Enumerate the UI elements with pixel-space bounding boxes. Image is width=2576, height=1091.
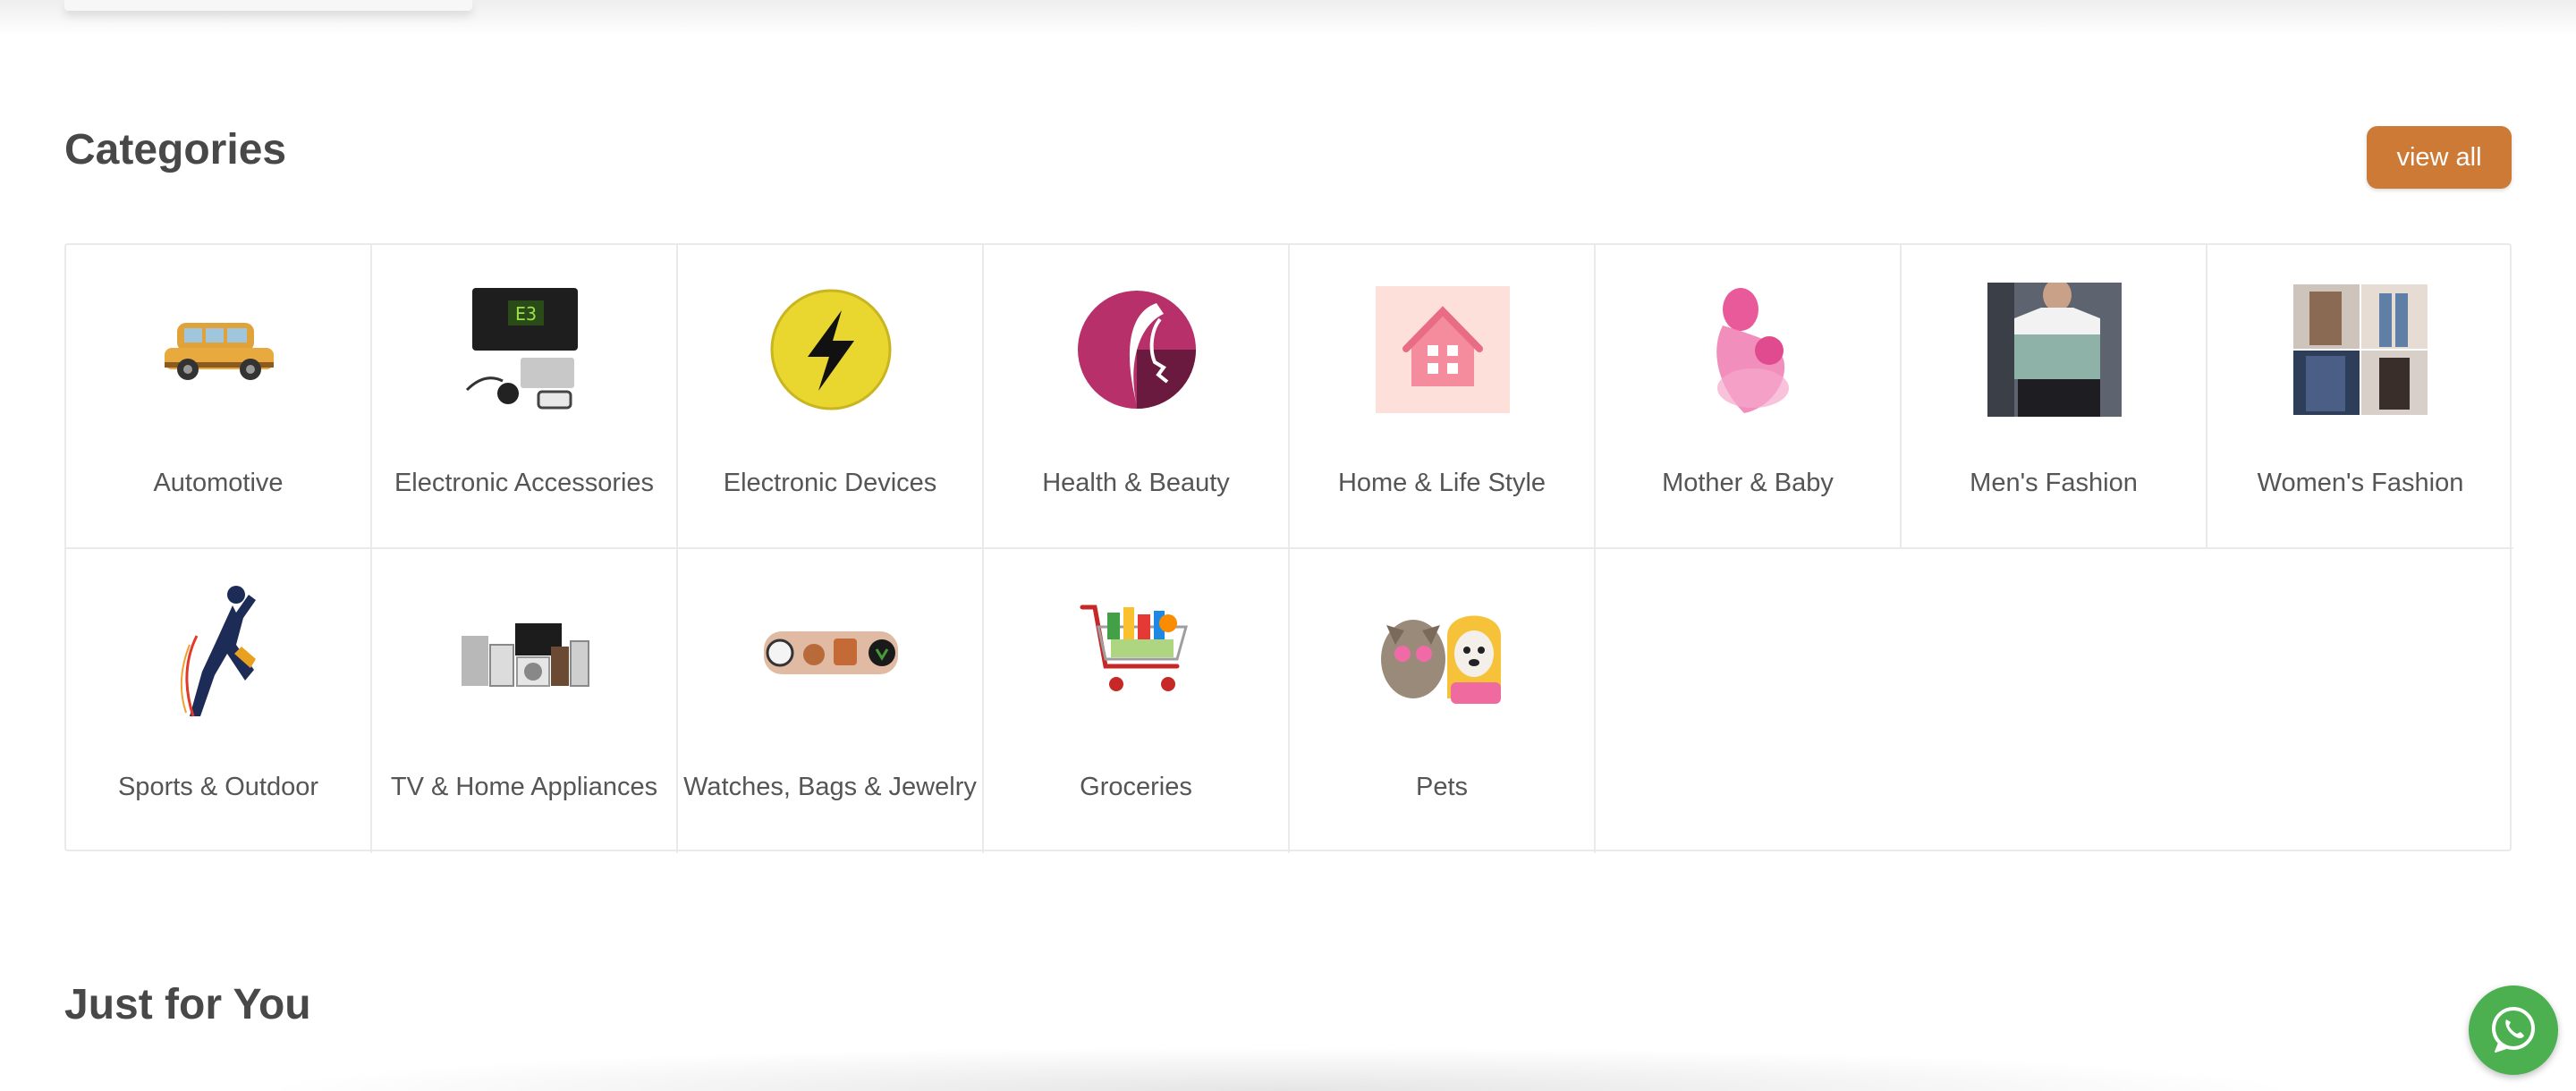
- lightning-icon: [764, 283, 898, 417]
- category-tv-home-appliances[interactable]: TV & Home Appliances: [372, 549, 678, 853]
- car-icon: [152, 283, 286, 417]
- category-pets[interactable]: Pets: [1290, 549, 1596, 853]
- dropdown-card-edge: [64, 0, 472, 11]
- category-automotive[interactable]: Automotive: [66, 245, 372, 549]
- category-label: TV & Home Appliances: [390, 773, 658, 801]
- woman-profile-icon: [1070, 283, 1204, 417]
- categories-title: Categories: [64, 126, 287, 173]
- whatsapp-chat-button[interactable]: [2469, 985, 2558, 1075]
- category-electronic-devices[interactable]: Electronic Devices: [678, 245, 984, 549]
- categories-grid: Automotive E3 Electronic Accessories Ele…: [64, 243, 2513, 853]
- mother-baby-icon: [1682, 283, 1816, 417]
- whatsapp-icon: [2492, 1007, 2535, 1053]
- athlete-icon: [152, 586, 286, 721]
- pets-icon: [1376, 587, 1510, 721]
- category-label: Pets: [1415, 773, 1469, 801]
- category-label: Women's Fashion: [2257, 469, 2464, 497]
- category-label: Electronic Accessories: [394, 469, 655, 497]
- shopping-cart-icon: [1070, 587, 1204, 721]
- category-label: Health & Beauty: [1042, 469, 1230, 497]
- category-label: Groceries: [1080, 773, 1192, 801]
- category-label: Home & Life Style: [1337, 469, 1546, 497]
- category-health-beauty[interactable]: Health & Beauty: [984, 245, 1290, 549]
- category-label: Watches, Bags & Jewelry: [683, 773, 977, 801]
- svg-text:E3: E3: [515, 303, 537, 325]
- category-watches-bags-jewelry[interactable]: Watches, Bags & Jewelry: [678, 549, 984, 853]
- category-mother-baby[interactable]: Mother & Baby: [1596, 245, 1902, 549]
- category-womens-fashion[interactable]: Women's Fashion: [2207, 245, 2513, 549]
- electronic-accessories-icon: E3: [458, 283, 592, 417]
- category-label: Electronic Devices: [723, 469, 937, 497]
- category-label: Mother & Baby: [1662, 469, 1834, 497]
- category-label: Men's Fashion: [1970, 469, 2138, 497]
- womens-fashion-photo: [2293, 283, 2428, 417]
- product-card-shadow: [250, 1046, 2308, 1091]
- category-mens-fashion[interactable]: Men's Fashion: [1902, 245, 2207, 549]
- category-electronic-accessories[interactable]: E3 Electronic Accessories: [372, 245, 678, 549]
- category-label: Automotive: [153, 469, 284, 497]
- category-label: Sports & Outdoor: [117, 773, 319, 801]
- just-for-you-title: Just for You: [64, 981, 311, 1028]
- category-sports-outdoor[interactable]: Sports & Outdoor: [66, 549, 372, 853]
- view-all-button[interactable]: view all: [2367, 126, 2512, 189]
- appliances-icon: [458, 587, 592, 721]
- category-groceries[interactable]: Groceries: [984, 549, 1290, 853]
- category-home-life-style[interactable]: Home & Life Style: [1290, 245, 1596, 549]
- mens-fashion-photo: [1987, 283, 2122, 417]
- house-icon: [1376, 283, 1510, 417]
- watches-icon: [764, 587, 898, 721]
